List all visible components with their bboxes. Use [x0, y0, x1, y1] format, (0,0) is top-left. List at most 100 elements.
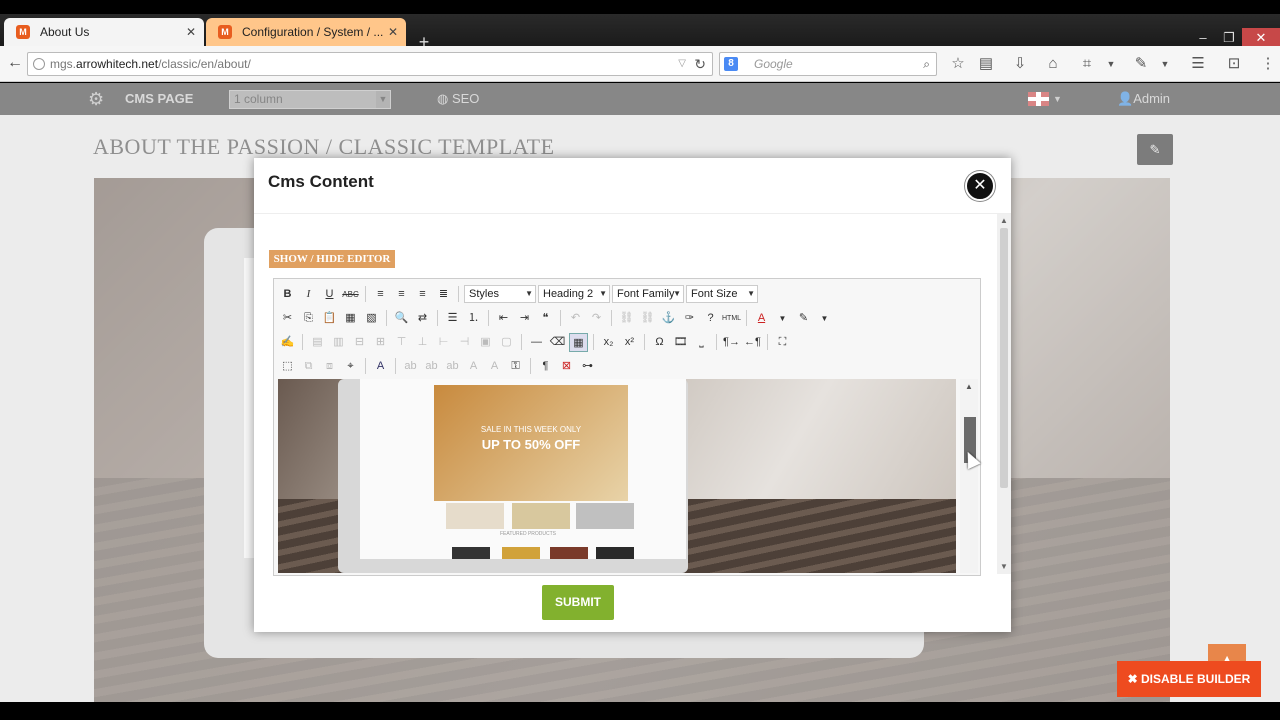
window-close-icon[interactable]: ✕	[1242, 28, 1280, 48]
font-size-dropdown[interactable]: Font Size ▼	[686, 285, 758, 303]
align-right-icon[interactable]: ≡	[413, 285, 432, 304]
address-bar[interactable]: mgs.arrowhitech.net/classic/en/about/ ▽ …	[27, 52, 713, 76]
blockquote-icon[interactable]: ❝	[536, 309, 555, 328]
align-left-icon[interactable]: ≡	[371, 285, 390, 304]
scroll-down-arrow-icon[interactable]: ▼	[997, 560, 1011, 574]
attribs-icon[interactable]: ⚿	[506, 357, 525, 376]
ltr-icon[interactable]: ¶→	[722, 333, 741, 352]
scroll-up-arrow-icon[interactable]: ▲	[960, 379, 978, 395]
crop-dropdown-icon[interactable]: ▼	[1101, 54, 1121, 74]
text-color-dropdown-icon[interactable]: ▼	[773, 309, 792, 328]
numbered-list-icon[interactable]: ⒈	[464, 309, 483, 328]
restore-icon[interactable]: ❐	[1216, 28, 1242, 48]
tab-close-icon[interactable]: ✕	[388, 18, 398, 46]
show-hide-editor-button[interactable]: SHOW / HIDE EDITOR	[269, 250, 395, 268]
cell-props-icon[interactable]: ⊞	[371, 333, 390, 352]
absolute-position-icon[interactable]: ⌖	[341, 357, 360, 376]
select-all-icon[interactable]: ⬚	[278, 357, 297, 376]
delete-col-icon[interactable]: ⊣	[455, 333, 474, 352]
table-props-icon[interactable]: ▥	[329, 333, 348, 352]
delete-row-icon[interactable]: ⊥	[413, 333, 432, 352]
addon-icon[interactable]: ⊡	[1224, 54, 1244, 74]
back-arrow-icon[interactable]: ←	[4, 51, 26, 75]
paste-word-icon[interactable]: ▧	[362, 309, 381, 328]
media-icon[interactable]: 🎞	[671, 333, 690, 352]
cite-icon[interactable]: ab	[401, 357, 420, 376]
text-color-icon[interactable]: A	[752, 309, 771, 328]
rtl-icon[interactable]: ←¶	[743, 333, 762, 352]
subscript-icon[interactable]: x₂	[599, 333, 618, 352]
paste-text-icon[interactable]: ▦	[341, 309, 360, 328]
download-icon[interactable]: ⇩	[1010, 54, 1030, 74]
edit-content-icon[interactable]: ✍	[278, 333, 297, 352]
bullet-list-icon[interactable]: ☰	[443, 309, 462, 328]
tab-configuration[interactable]: M Configuration / System / ... ✕	[206, 18, 406, 46]
strikethrough-icon[interactable]: ABC	[341, 285, 360, 304]
scroll-up-arrow-icon[interactable]: ▲	[997, 214, 1011, 228]
insert-col-icon[interactable]: ⊢	[434, 333, 453, 352]
copy-icon[interactable]: ⎘	[299, 309, 318, 328]
insert-layer-icon[interactable]: ⧉	[299, 357, 318, 376]
anchor-icon[interactable]: ⚓	[659, 309, 678, 328]
styles-dropdown[interactable]: Styles ▼	[464, 285, 536, 303]
align-center-icon[interactable]: ≡	[392, 285, 411, 304]
undo-icon[interactable]: ↶	[566, 309, 585, 328]
background-color-dropdown-icon[interactable]: ▼	[815, 309, 834, 328]
outdent-icon[interactable]: ⇤	[494, 309, 513, 328]
menu-icon[interactable]: ☰	[1188, 54, 1208, 74]
redo-icon[interactable]: ↷	[587, 309, 606, 328]
replace-icon[interactable]: ⇄	[413, 309, 432, 328]
link-icon[interactable]: ⛓	[617, 309, 636, 328]
help-icon[interactable]: ?	[701, 309, 720, 328]
indent-icon[interactable]: ⇥	[515, 309, 534, 328]
italic-icon[interactable]: I	[299, 285, 318, 304]
acronym-icon[interactable]: ab	[443, 357, 462, 376]
underline-icon[interactable]: U	[320, 285, 339, 304]
font-family-dropdown[interactable]: Font Family ▼	[612, 285, 684, 303]
overflow-icon[interactable]: ⋮	[1258, 54, 1278, 74]
home-icon[interactable]: ⌂	[1043, 54, 1063, 74]
abbr-icon[interactable]: ab	[422, 357, 441, 376]
bookmark-star-icon[interactable]: ☆	[948, 54, 968, 74]
reload-icon[interactable]: ↻	[694, 53, 706, 75]
url-dropdown-icon[interactable]: ▽	[678, 53, 686, 75]
insert-row-icon[interactable]: ⊤	[392, 333, 411, 352]
tab-close-icon[interactable]: ✕	[186, 18, 196, 46]
crop-icon[interactable]: ⌗	[1077, 54, 1097, 74]
insert-widget-icon[interactable]: ⊠	[557, 357, 576, 376]
background-color-icon[interactable]: ✎	[794, 309, 813, 328]
cut-icon[interactable]: ✂	[278, 309, 297, 328]
bold-icon[interactable]: B	[278, 285, 297, 304]
modal-scrollbar[interactable]: ▲ ▼	[997, 214, 1011, 574]
align-justify-icon[interactable]: ≣	[434, 285, 453, 304]
extension-icon[interactable]: ✎	[1131, 54, 1151, 74]
remove-format-icon[interactable]: ⌫	[548, 333, 567, 352]
horizontal-rule-icon[interactable]: —	[527, 333, 546, 352]
tab-about-us[interactable]: M About Us ✕	[4, 18, 204, 46]
modal-scroll-thumb[interactable]	[1000, 228, 1008, 488]
google-search-engine-icon[interactable]: 8	[724, 57, 738, 71]
style-props-icon[interactable]: A	[371, 357, 390, 376]
fullscreen-icon[interactable]: ⛶	[773, 333, 792, 352]
superscript-icon[interactable]: x²	[620, 333, 639, 352]
split-cells-icon[interactable]: ▣	[476, 333, 495, 352]
close-icon[interactable]: ✕	[965, 171, 995, 201]
visual-chars-icon[interactable]: ¶	[536, 357, 555, 376]
html-source-icon[interactable]: HTML	[722, 309, 741, 328]
page-break-icon[interactable]: ⊶	[578, 357, 597, 376]
search-field[interactable]: 8 Google ⌕	[719, 52, 937, 76]
merge-cells-icon[interactable]: ▢	[497, 333, 516, 352]
unlink-icon[interactable]: ⛓	[638, 309, 657, 328]
extension-dropdown-icon[interactable]: ▼	[1155, 54, 1175, 74]
paste-icon[interactable]: 📋	[320, 309, 339, 328]
editor-scrollbar[interactable]: ▲	[960, 379, 978, 573]
disable-builder-button[interactable]: ✖ DISABLE BUILDER	[1117, 661, 1261, 697]
find-icon[interactable]: 🔍	[392, 309, 411, 328]
cleanup-icon[interactable]: ✑	[680, 309, 699, 328]
del-icon[interactable]: A	[464, 357, 483, 376]
row-props-icon[interactable]: ⊟	[350, 333, 369, 352]
search-icon[interactable]: ⌕	[923, 53, 930, 75]
special-char-icon[interactable]: Ω	[650, 333, 669, 352]
heading-dropdown[interactable]: Heading 2 ▼	[538, 285, 610, 303]
table-insert-icon[interactable]: ▤	[308, 333, 327, 352]
